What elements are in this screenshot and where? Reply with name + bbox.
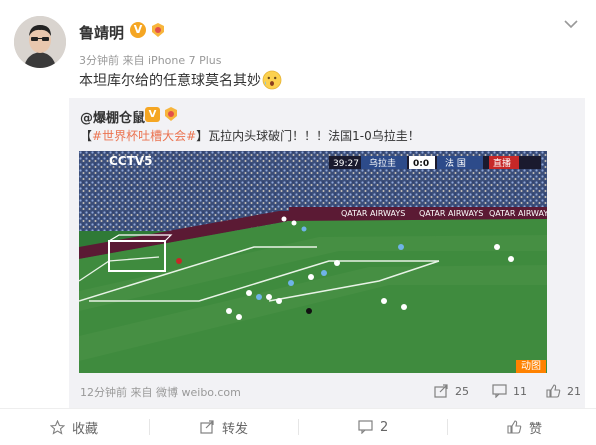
surprised-face-emoji <box>262 70 282 90</box>
repost-source[interactable]: 微博 weibo.com <box>156 386 241 399</box>
video-frame[interactable]: QATAR AIRWAYS QATAR AIRWAYS QATAR AIRWAY… <box>79 151 547 373</box>
like-button[interactable]: 赞 <box>507 409 542 445</box>
divider <box>447 419 448 435</box>
like-count-button[interactable]: 21 <box>546 382 581 400</box>
post-username[interactable]: 鲁靖明 <box>79 22 124 43</box>
level-badge-icon <box>152 23 164 37</box>
like-label: 赞 <box>529 421 543 437</box>
comment-count-button[interactable]: 11 <box>492 382 527 400</box>
repost-text: 【#世界杯吐槽大会#】瓦拉内头球破门！！！法国1-0乌拉圭！ <box>80 127 420 144</box>
match-clock: 39:27 <box>333 159 359 169</box>
repost-body: 】瓦拉内头球破门！！！法国1-0乌拉圭！ <box>196 129 420 143</box>
gif-badge: 动图 <box>516 360 546 373</box>
divider <box>149 419 150 435</box>
scoreboard: 39:27 乌拉圭 0:0 法 国 直播 <box>329 156 541 169</box>
football-pitch-image: QATAR AIRWAYS QATAR AIRWAYS QATAR AIRWAY… <box>79 151 547 373</box>
post-time[interactable]: 3分钟前 <box>79 54 119 67</box>
divider <box>298 419 299 435</box>
thumbs-up-icon <box>546 384 561 398</box>
source-prefix: 来自 <box>122 54 145 67</box>
repost-count: 25 <box>455 384 469 398</box>
repost-icon <box>434 384 448 398</box>
team-away: 法 国 <box>445 157 466 169</box>
comment-icon <box>358 420 373 434</box>
repost-time[interactable]: 12分钟前 <box>80 386 127 399</box>
star-icon <box>50 419 65 435</box>
team-home: 乌拉圭 <box>369 157 396 169</box>
sponsor-text: QATAR AIRWAYS <box>489 209 547 218</box>
match-score: 0:0 <box>413 159 429 169</box>
sponsor-text: QATAR AIRWAYS <box>419 209 483 218</box>
avatar[interactable] <box>14 16 66 68</box>
live-label: 直播 <box>493 157 511 169</box>
repost-block: @爆棚仓鼠 V 【#世界杯吐槽大会#】瓦拉内头球破门！！！法国1-0乌拉圭！ Q… <box>69 98 585 408</box>
comment-button[interactable]: 2 <box>358 409 388 445</box>
repost-username[interactable]: @爆棚仓鼠 <box>80 107 145 126</box>
repost-meta: 12分钟前 来自 微博 weibo.com <box>80 384 241 400</box>
repost-count-button[interactable]: 25 <box>434 382 469 400</box>
post-source[interactable]: iPhone 7 Plus <box>148 54 222 67</box>
verified-badge-icon: V <box>145 107 160 122</box>
verified-badge-icon: V <box>130 22 146 38</box>
post-text: 本坦库尔给的任意球莫名其妙 <box>79 73 261 89</box>
source-prefix: 来自 <box>130 386 153 399</box>
chevron-down-icon[interactable] <box>563 18 579 30</box>
favorite-button[interactable]: 收藏 <box>50 409 98 445</box>
post-meta: 3分钟前 来自 iPhone 7 Plus <box>79 52 222 68</box>
weibo-post-card: 鲁靖明 V 3分钟前 来自 iPhone 7 Plus 本坦库尔给的任意球莫名其… <box>0 0 596 444</box>
forward-button[interactable]: 转发 <box>200 409 248 445</box>
bracket-open: 【 <box>80 129 93 143</box>
comment-count: 2 <box>380 419 389 435</box>
comment-icon <box>492 384 507 398</box>
avatar-image <box>14 16 66 68</box>
sponsor-text: QATAR AIRWAYS <box>341 209 405 218</box>
thumbs-up-icon <box>507 420 522 434</box>
repost-footer: 12分钟前 来自 微博 weibo.com 25 11 21 <box>80 382 581 400</box>
hashtag-link[interactable]: #世界杯吐槽大会# <box>92 129 196 143</box>
favorite-label: 收藏 <box>72 421 99 437</box>
forward-icon <box>200 420 214 434</box>
level-badge-icon <box>165 107 177 121</box>
forward-label: 转发 <box>222 421 249 437</box>
action-bar: 收藏 转发 2 赞 <box>0 408 596 445</box>
channel-logo: CCTV5 <box>109 154 152 168</box>
comment-count: 11 <box>513 384 527 398</box>
like-count: 21 <box>567 384 581 398</box>
